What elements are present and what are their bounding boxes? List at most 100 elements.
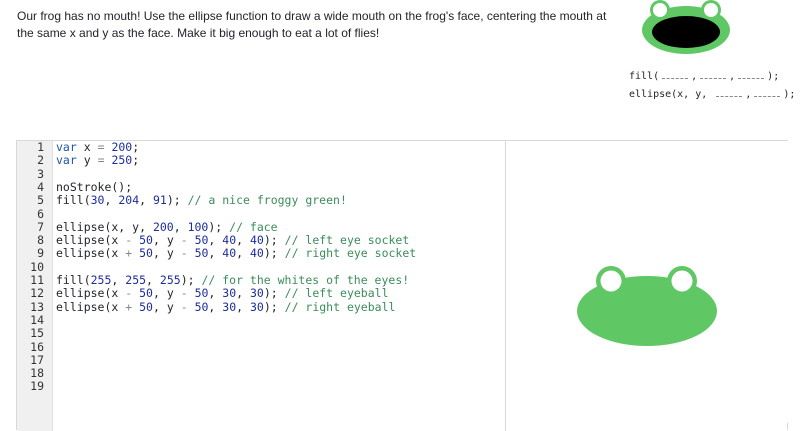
code-token: 40	[222, 246, 237, 261]
hint-frog-image	[642, 0, 730, 54]
line-number: 19	[30, 379, 44, 394]
code-token: var	[56, 140, 77, 154]
hint-blank	[738, 69, 765, 79]
line-number: 13	[30, 299, 44, 314]
code-line[interactable]	[53, 327, 56, 340]
code-token: // right eyeball	[284, 299, 396, 314]
code-token: 30	[90, 193, 105, 208]
code-line[interactable]	[53, 380, 56, 393]
editor-panel: 1 2 3 4 5 6 7 8 9 10 11 12 13 14 15 16 17 18 19 var x = 20…	[16, 140, 788, 431]
code-token: ,	[236, 246, 250, 261]
frog-right-eyeball	[671, 270, 693, 292]
code-token: 30	[222, 299, 237, 314]
code-token: ,	[139, 193, 153, 208]
code-line[interactable]	[53, 168, 56, 181]
code-line[interactable]	[53, 314, 56, 327]
hint-blank	[700, 69, 727, 79]
code-token: y	[83, 153, 91, 168]
code-token: , y	[152, 286, 181, 301]
code-token: , y	[152, 299, 181, 314]
hint-fill-prefix: fill(	[629, 71, 660, 82]
code-line[interactable]: fill(30, 204, 91); // a nice froggy gree…	[53, 194, 347, 207]
code-token: 40	[250, 246, 264, 261]
code-line[interactable]: ellipse(x, y, 200, 100); // face	[53, 219, 278, 234]
code-token: 255	[125, 273, 147, 287]
code-token: 50	[139, 246, 153, 261]
hint-blank	[662, 69, 689, 79]
code-line[interactable]: ellipse(x + 50, y - 50, 30, 30); // righ…	[53, 299, 396, 314]
code-token: fill(	[56, 273, 91, 287]
code-line[interactable]: var x = 200;	[53, 140, 139, 154]
code-token: 91	[152, 193, 167, 208]
code-line[interactable]	[53, 261, 56, 274]
code-line[interactable]: fill(255, 255, 255); // for the whites o…	[53, 273, 409, 287]
hint-code-ellipse: ellipse(x, y, ,);	[629, 87, 795, 100]
line-number: 16	[30, 339, 44, 354]
code-token: // face	[229, 219, 278, 234]
code-line[interactable]	[53, 367, 56, 380]
code-token: ,	[236, 286, 250, 301]
code-token: );	[166, 193, 188, 208]
hint-ellipse-suffix: );	[783, 89, 796, 100]
code-token: );	[263, 246, 285, 261]
code-token: );	[180, 273, 202, 287]
line-number: 3	[37, 166, 44, 181]
code-token: ellipse(x	[56, 233, 126, 248]
code-line[interactable]	[53, 341, 56, 354]
frog-drawing	[577, 266, 717, 346]
code-token: ellipse(x, y,	[56, 219, 153, 234]
code-token: );	[263, 233, 285, 248]
code-token: , y	[152, 246, 181, 261]
code-token: ,	[208, 246, 223, 261]
hint-blank	[754, 87, 781, 97]
code-editor[interactable]: var x = 200; var y = 250; noStroke(); fill(…	[53, 140, 506, 431]
code-line[interactable]: ellipse(x - 50, y - 50, 40, 40); // left…	[53, 233, 410, 248]
code-token: 40	[250, 233, 264, 248]
line-number: 11	[30, 273, 44, 287]
code-token: ellipse(x	[56, 299, 126, 314]
code-token: // left eye socket	[284, 233, 410, 248]
line-number: 4	[37, 179, 44, 194]
hint-frog-right-eyeball	[704, 3, 718, 17]
hint-blank	[716, 87, 743, 97]
code-line[interactable]	[53, 354, 56, 367]
code-token: =	[90, 153, 112, 168]
code-token: -	[180, 299, 188, 314]
code-token: );	[263, 286, 285, 301]
code-token: 255	[159, 273, 181, 287]
code-token: ,	[146, 273, 160, 287]
hint-frog-mouth	[652, 16, 720, 48]
line-number: 2	[37, 153, 44, 168]
hint-sep: ,	[691, 71, 698, 82]
code-token: fill(	[56, 193, 91, 208]
code-token: 200	[111, 140, 133, 154]
code-token: var	[56, 153, 77, 168]
output-canvas	[506, 141, 788, 423]
code-line[interactable]: var y = 250;	[53, 154, 139, 167]
code-token: 40	[222, 233, 237, 248]
code-token: ,	[208, 233, 223, 248]
line-number: 12	[30, 286, 44, 301]
code-token: -	[180, 246, 188, 261]
code-token: 255	[90, 273, 112, 287]
code-token: ,	[208, 286, 223, 301]
code-token: ,	[236, 299, 250, 314]
code-line[interactable]: noStroke();	[53, 179, 133, 194]
hint-code-fill: fill(,,);	[629, 69, 779, 82]
code-token: 100	[187, 219, 209, 234]
code-token: -	[180, 286, 188, 301]
code-token: ellipse(x	[56, 246, 126, 261]
code-token: );	[208, 219, 230, 234]
code-token: noStroke();	[56, 179, 133, 194]
code-line[interactable]: ellipse(x + 50, y - 50, 40, 40); // righ…	[53, 247, 416, 260]
code-token: -	[180, 233, 188, 248]
code-token: 50	[194, 246, 209, 261]
code-token: // right eye socket	[284, 246, 417, 261]
line-number: 17	[30, 352, 44, 367]
hint-fill-suffix: );	[767, 71, 780, 82]
code-line[interactable]: ellipse(x - 50, y - 50, 30, 30); // left…	[53, 287, 389, 300]
code-token: ,	[173, 219, 188, 234]
code-token: // left eyeball	[284, 286, 389, 301]
code-line[interactable]	[53, 208, 56, 221]
